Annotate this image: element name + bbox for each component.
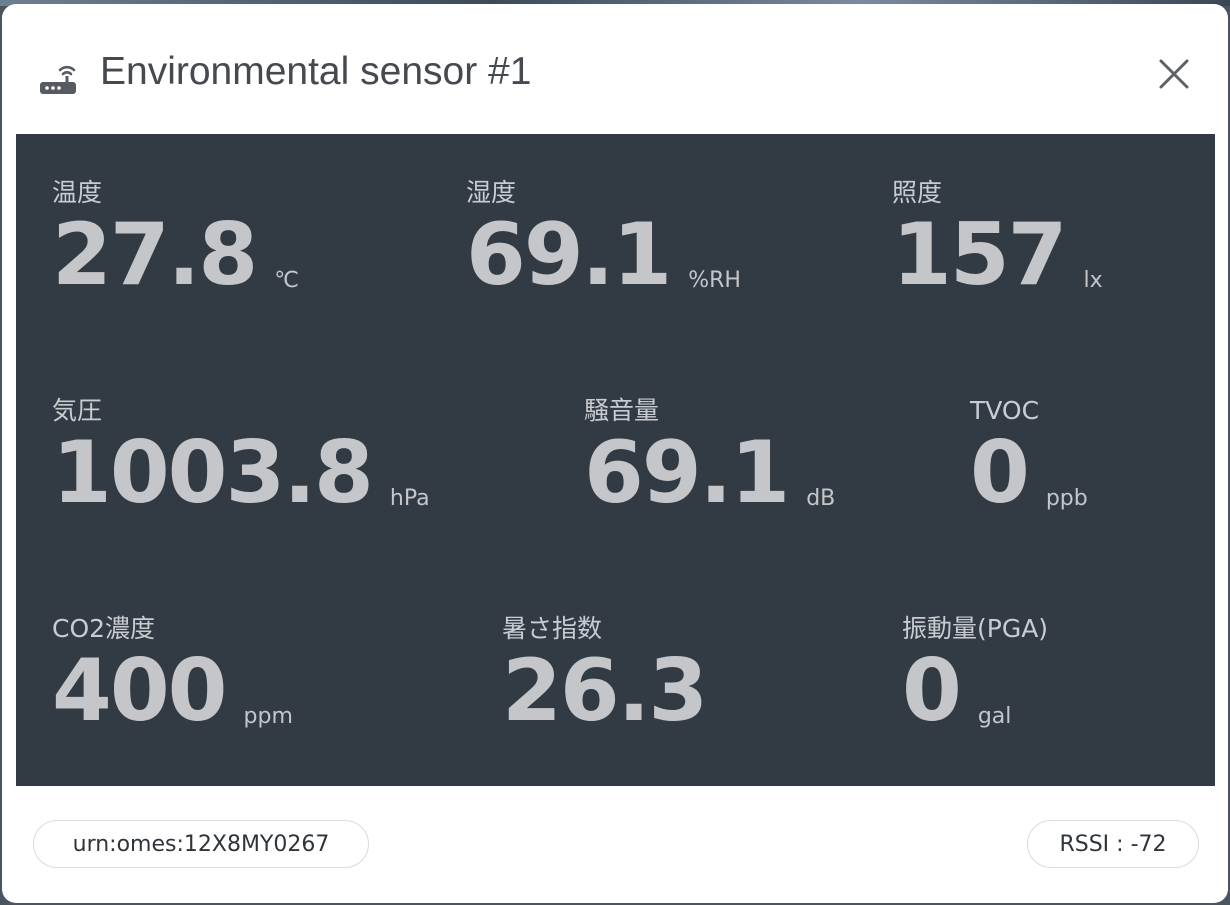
- metric-unit: ppb: [1045, 486, 1088, 511]
- metric-label: 騒音量: [584, 396, 660, 425]
- metric-value: 400: [52, 641, 228, 741]
- metric-noise: 騒音量 69.1 dB: [584, 396, 835, 516]
- dialog-title: Environmental sensor #1: [100, 50, 532, 93]
- metric-value: 0: [902, 641, 962, 741]
- close-icon: [1158, 58, 1190, 94]
- metric-unit: gal: [977, 704, 1012, 729]
- metric-label: 暑さ指数: [502, 614, 603, 643]
- metric-tvoc: TVOC 0 ppb: [970, 396, 1088, 516]
- device-urn-chip: urn:omes:12X8MY0267: [33, 820, 369, 868]
- metric-value: 0: [970, 423, 1030, 523]
- metric-value: 26.3: [502, 641, 708, 741]
- metric-label: 振動量(PGA): [902, 614, 1049, 643]
- metric-unit: ppm: [243, 704, 293, 729]
- metrics-panel: 温度 27.8 ℃ 湿度 69.1 %RH 照度 157 lx 気圧 1003.…: [16, 134, 1215, 786]
- metric-unit: lx: [1083, 268, 1103, 293]
- dialog-header: Environmental sensor #1: [2, 4, 1228, 132]
- metric-unit: hPa: [389, 486, 430, 511]
- metric-illuminance: 照度 157 lx: [892, 178, 1103, 298]
- router-icon: [38, 56, 78, 98]
- metric-unit: ℃: [274, 268, 299, 293]
- metric-co2: CO2濃度 400 ppm: [52, 614, 293, 734]
- metric-vibration: 振動量(PGA) 0 gal: [902, 614, 1048, 734]
- metric-pressure: 気圧 1003.8 hPa: [52, 396, 430, 516]
- metric-humidity: 湿度 69.1 %RH: [466, 178, 741, 298]
- metric-label: 湿度: [466, 178, 517, 207]
- metric-unit: %RH: [688, 268, 741, 293]
- metric-label: TVOC: [970, 396, 1040, 425]
- metric-value: 1003.8: [52, 423, 374, 523]
- metric-temperature: 温度 27.8 ℃: [52, 178, 299, 298]
- sensor-dialog: Environmental sensor #1 温度 27.8 ℃ 湿度 69.…: [2, 4, 1228, 903]
- metric-value: 69.1: [584, 423, 790, 523]
- metric-label: 照度: [892, 178, 943, 207]
- metric-label: 温度: [52, 178, 103, 207]
- metric-value: 157: [892, 205, 1068, 305]
- close-button[interactable]: [1154, 56, 1194, 96]
- metric-heat-index: 暑さ指数 26.3: [502, 614, 724, 734]
- rssi-chip: RSSI : -72: [1027, 820, 1199, 868]
- metric-value: 69.1: [466, 205, 672, 305]
- metric-value: 27.8: [52, 205, 258, 305]
- metric-label: 気圧: [52, 396, 103, 425]
- metric-unit: dB: [806, 486, 836, 511]
- metric-label: CO2濃度: [52, 614, 156, 643]
